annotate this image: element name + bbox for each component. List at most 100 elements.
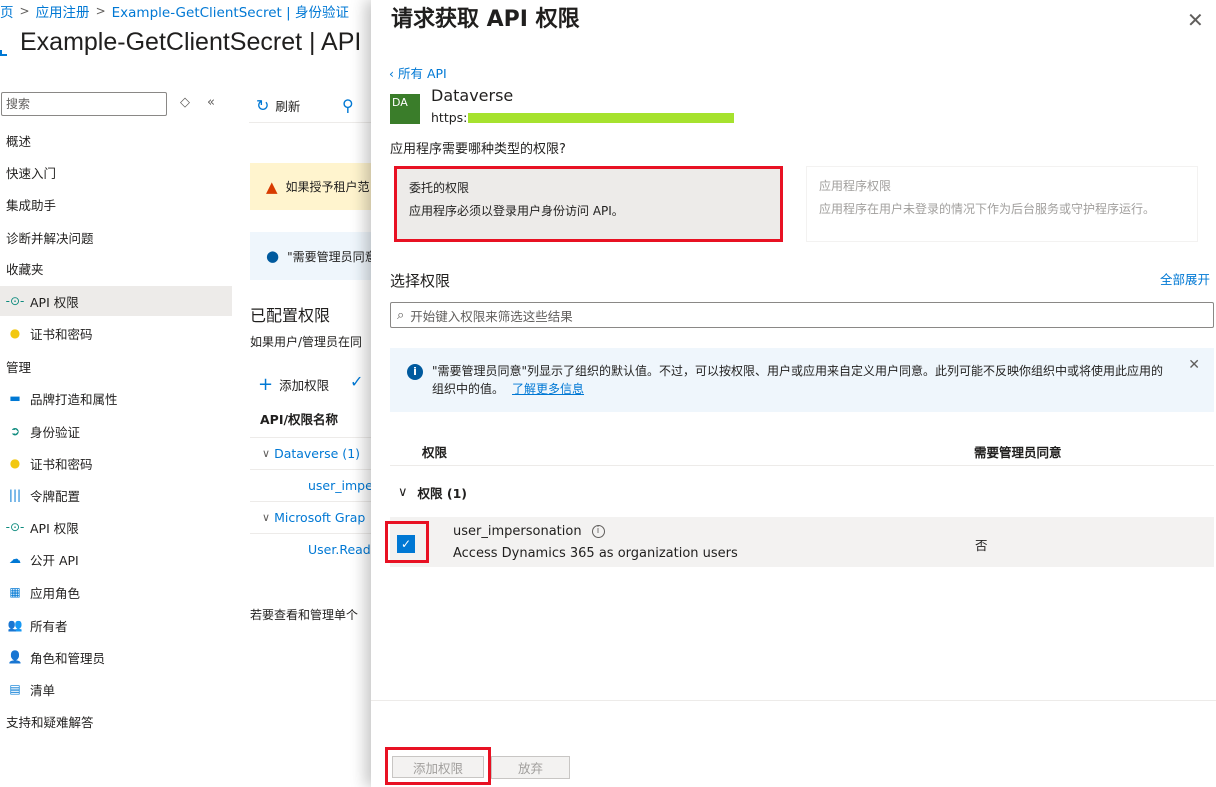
info-banner: ● "需要管理员同意: [250, 232, 371, 280]
sidebar-item-branding[interactable]: ▬ 品牌打造和属性: [0, 383, 232, 413]
sidebar-item-expose-api[interactable]: ☁ 公开 API: [0, 544, 232, 574]
application-title: 应用程序权限: [819, 179, 892, 193]
sidebar-item-label: 收藏夹: [6, 261, 44, 277]
sidebar-item-label: 诊断并解决问题: [6, 230, 94, 246]
api-name: Dataverse: [431, 86, 514, 105]
collapse-sidebar-icon[interactable]: «: [207, 95, 215, 110]
table-row[interactable]: User.Read: [250, 533, 371, 565]
delegated-permissions-card[interactable]: 委托的权限 应用程序必须以登录用户身份访问 API。: [394, 166, 783, 242]
warning-icon: ▲: [266, 177, 278, 196]
api-permission-icon: -⊙-: [5, 520, 25, 534]
feedback-button[interactable]: ⚲: [342, 96, 360, 115]
sidebar-item-label: 证书和密码: [30, 326, 93, 342]
sidebar-item-api-permissions[interactable]: -⊙- API 权限: [0, 512, 232, 542]
breadcrumb-home[interactable]: 页: [0, 1, 14, 21]
configured-permissions-subtitle: 如果用户/管理员在同: [250, 335, 363, 349]
sidebar-item-certificates-favorite[interactable]: ● 证书和密码: [0, 318, 232, 348]
breadcrumb: 页 > 应用注册 > Example-GetClientSecret | 身份验…: [0, 1, 349, 21]
sidebar-item-support[interactable]: 支持和疑难解答: [0, 706, 232, 736]
sidebar-item-label: 公开 API: [30, 552, 79, 568]
delegated-desc: 应用程序必须以登录用户身份访问 API。: [409, 204, 624, 218]
row-label: user_imper: [308, 478, 371, 493]
chevron-down-icon: ∨: [398, 485, 408, 500]
delegated-title: 委托的权限: [409, 181, 470, 195]
owners-icon: 👥: [7, 618, 23, 632]
sidebar-item-label: 身份验证: [30, 424, 81, 440]
sidebar-item-label: 快速入门: [6, 165, 57, 181]
table-row[interactable]: user_imper: [250, 469, 371, 501]
key-icon: ●: [9, 456, 21, 470]
table-row[interactable]: ∨ Microsoft Grap: [250, 501, 371, 533]
sort-icon[interactable]: ◇: [180, 95, 190, 110]
add-permissions-button[interactable]: 添加权限: [392, 756, 484, 778]
app-roles-icon: ▦: [9, 585, 21, 599]
table-row[interactable]: ∨ Dataverse (1): [250, 437, 371, 469]
sidebar-item-owners[interactable]: 👥 所有者: [0, 610, 232, 640]
col-admin-consent: 需要管理员同意: [974, 445, 1062, 460]
roles-admins-icon: 👤: [7, 650, 23, 664]
sidebar-item-roles-admins[interactable]: 👤 角色和管理员: [0, 642, 232, 672]
panel-title: 请求获取 API 权限: [391, 7, 580, 32]
breadcrumb-authentication[interactable]: Example-GetClientSecret | 身份验证: [112, 1, 349, 21]
back-label: 所有 API: [397, 66, 447, 81]
admin-consent-info-box: i "需要管理员同意"列显示了组织的默认值。不过，可以按权限、用户或应用来自定义…: [390, 348, 1214, 412]
row-label: User.Read: [308, 542, 371, 557]
plus-icon: +: [258, 374, 274, 395]
application-desc: 应用程序在用户未登录的情况下作为后台服务或守护程序运行。: [819, 202, 1156, 216]
footer-text: 若要查看和管理单个: [250, 608, 359, 622]
authentication-icon: ➲: [9, 424, 21, 438]
key-icon: ●: [9, 326, 21, 340]
table-row[interactable]: ✓ user_impersonation i Access Dynamics 3…: [385, 517, 1214, 567]
sidebar-item-api-permissions-favorite[interactable]: -⊙- API 权限: [0, 286, 232, 316]
info-icon: ●: [266, 247, 280, 265]
breadcrumb-app-registrations[interactable]: 应用注册: [36, 1, 90, 21]
sidebar-item-token-config[interactable]: ||| 令牌配置: [0, 480, 232, 510]
permission-name-text: user_impersonation: [453, 524, 582, 539]
cloud-icon: ☁: [9, 552, 21, 566]
sidebar-item-label: 清单: [30, 682, 56, 698]
sidebar-item-integration-assistant[interactable]: 集成助手: [0, 189, 232, 219]
sidebar-item-certificates[interactable]: ● 证书和密码: [0, 448, 232, 478]
sidebar-search-input[interactable]: 搜索: [1, 92, 167, 116]
close-icon[interactable]: ✕: [1187, 8, 1204, 32]
permission-filter-input[interactable]: ⌕ 开始键入权限来筛选这些结果: [390, 302, 1214, 328]
row-label: Dataverse (1): [274, 446, 361, 461]
sidebar-item-diagnose[interactable]: 诊断并解决问题: [0, 222, 232, 252]
close-icon[interactable]: ✕: [1188, 356, 1200, 374]
chevron-right-icon: >: [19, 4, 30, 18]
permission-group-toggle[interactable]: ∨ 权限 (1): [398, 483, 467, 502]
refresh-button[interactable]: ↻ 刷新: [256, 96, 300, 115]
sidebar-item-label: 支持和疑难解答: [6, 714, 94, 730]
all-apis-link[interactable]: ‹ 所有 API: [389, 63, 447, 82]
add-permission-command[interactable]: + 添加权限: [258, 374, 329, 395]
application-permissions-card[interactable]: 应用程序权限 应用程序在用户未登录的情况下作为后台服务或守护程序运行。: [806, 166, 1198, 242]
permissions-table-header: 权限 需要管理员同意: [390, 434, 1214, 466]
chevron-down-icon: ∨: [262, 511, 271, 524]
configured-permissions-title: 已配置权限: [250, 306, 331, 325]
learn-more-link[interactable]: 了解更多信息: [512, 382, 584, 396]
permission-name: user_impersonation i: [453, 524, 605, 539]
refresh-label: 刷新: [275, 99, 301, 114]
page-title: Example-GetClientSecret | API: [20, 28, 362, 56]
info-icon[interactable]: i: [591, 525, 605, 538]
user-impersonation-checkbox[interactable]: ✓: [397, 535, 415, 553]
page-icon: [0, 50, 7, 56]
sidebar-item-app-roles[interactable]: ▦ 应用角色: [0, 577, 232, 607]
discard-button[interactable]: 放弃: [491, 756, 570, 779]
token-icon: |||: [8, 488, 22, 502]
redaction-mark: [468, 112, 735, 123]
feedback-icon: ⚲: [342, 96, 354, 115]
sidebar-item-quickstart[interactable]: 快速入门: [0, 157, 232, 187]
sidebar-item-overview[interactable]: 概述: [0, 125, 232, 155]
expand-all-link[interactable]: 全部展开: [1160, 269, 1210, 288]
sidebar-item-label: 集成助手: [6, 197, 57, 213]
highlight-box: 添加权限: [385, 747, 491, 785]
sidebar-item-manifest[interactable]: ▤ 清单: [0, 674, 232, 704]
sidebar-item-label: 证书和密码: [30, 456, 93, 472]
chevron-left-icon: ‹: [389, 66, 398, 81]
grant-consent-check-icon[interactable]: ✓: [350, 372, 363, 391]
sidebar-item-favorites[interactable]: 收藏夹: [0, 253, 232, 283]
sidebar-item-authentication[interactable]: ➲ 身份验证: [0, 416, 232, 446]
sidebar-item-label: 令牌配置: [30, 488, 81, 504]
sidebar-item-label: API 权限: [30, 520, 79, 536]
